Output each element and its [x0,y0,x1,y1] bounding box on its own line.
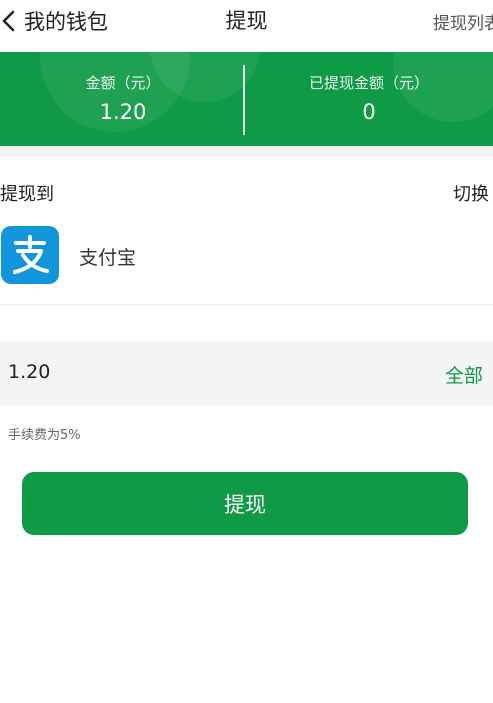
withdraw-list-link[interactable]: 提现列表 [433,9,493,34]
banner-divider [243,65,245,135]
withdraw-all-button[interactable]: 全部 [445,361,483,388]
amount-input[interactable] [8,355,388,389]
back-button[interactable]: 我的钱包 [0,6,108,36]
balance-value: 1.20 [99,100,147,124]
withdraw-to-label: 提现到 [0,184,54,205]
divider-line [0,304,493,305]
balance-banner: 金额（元） 1.20 已提现金额（元） 0 [0,52,493,146]
section-separator [0,146,493,156]
withdrawn-label: 已提现金额（元） [308,74,429,92]
fee-note: 手续费为5% [8,428,81,443]
switch-method-button[interactable]: 切换 [453,180,489,206]
payment-method-name: 支付宝 [79,247,137,269]
withdrawn-stat: 已提现金额（元） 0 [246,52,492,146]
amount-row: 全部 [0,341,493,405]
balance-stat: 金额（元） 1.20 [0,52,246,146]
balance-label: 金额（元） [85,74,161,92]
withdraw-submit-button[interactable]: 提现 [22,472,468,535]
withdrawn-value: 0 [362,100,376,124]
back-label: 我的钱包 [24,10,108,34]
alipay-icon [1,226,59,284]
nav-bar: 我的钱包 提现 提现列表 [0,0,493,44]
back-arrow-icon [2,10,15,32]
alipay-glyph [13,235,49,274]
